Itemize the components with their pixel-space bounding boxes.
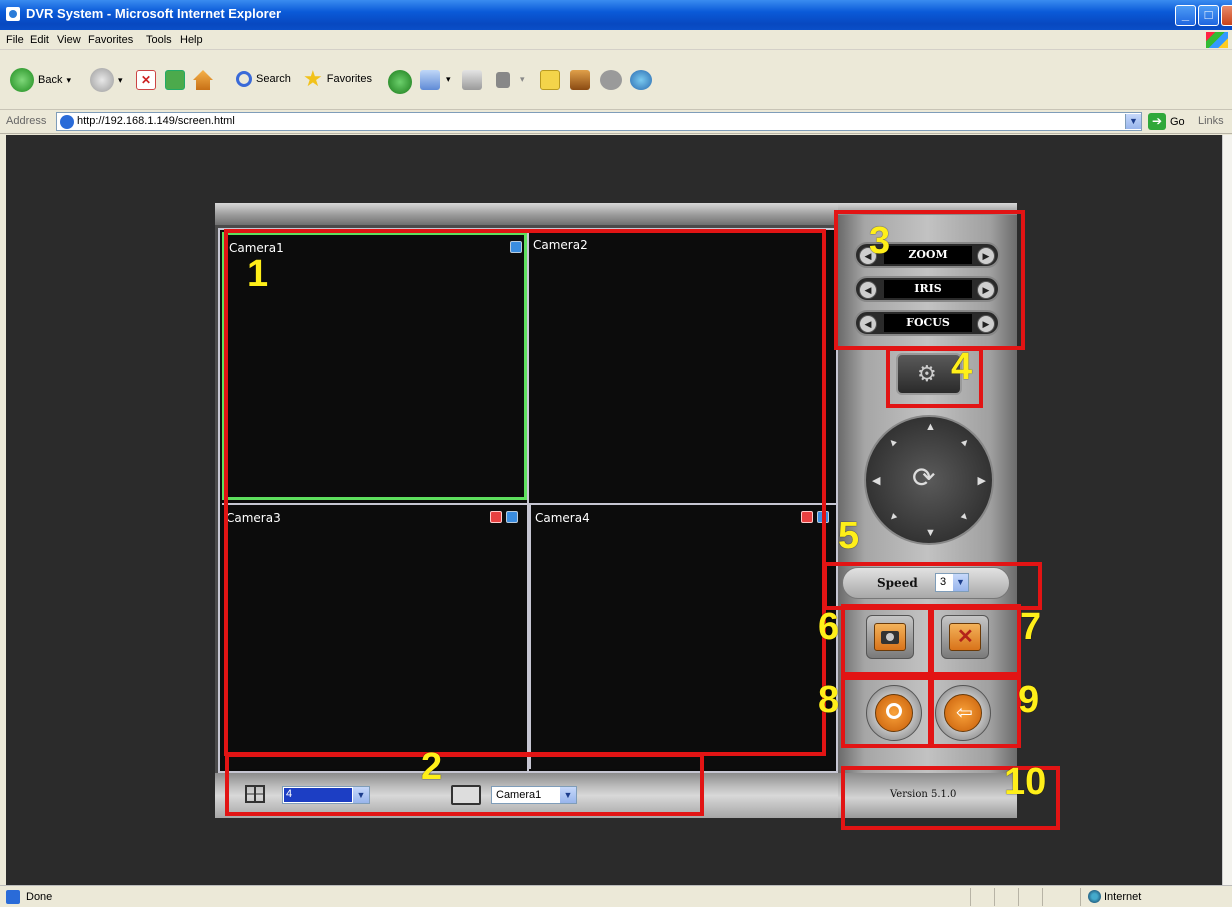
minimize-button[interactable]: _	[1175, 5, 1196, 26]
back-button[interactable]: Back ▾	[10, 68, 71, 92]
menu-file[interactable]: File	[6, 34, 24, 46]
highlight-box-6	[841, 604, 932, 676]
pan-down-button[interactable]: ▼	[925, 527, 936, 539]
search-button[interactable]: Search	[236, 71, 291, 87]
address-bar: Address http://192.168.1.149/screen.html…	[0, 110, 1232, 134]
back-arrow-icon	[10, 68, 34, 92]
pan-down-left-button[interactable]: ▼	[886, 510, 901, 525]
forward-arrow-icon	[90, 68, 114, 92]
ptz-direction-dial[interactable]: ▲ ▼ ◀ ▶ ▲ ▲ ▼ ▼ ⟳	[864, 415, 994, 545]
annotation-4: 4	[951, 346, 973, 388]
windows-logo-icon	[1206, 32, 1228, 48]
pan-right-button[interactable]: ▶	[978, 474, 986, 487]
contacts-icon[interactable]	[630, 70, 652, 90]
star-icon: ★	[303, 66, 323, 91]
annotation-6: 6	[818, 606, 840, 648]
status-bar: Done Internet	[0, 885, 1232, 907]
notes-icon[interactable]	[540, 70, 560, 90]
window-title: DVR System - Microsoft Internet Explorer	[26, 6, 281, 21]
annotation-10: 10	[1004, 761, 1047, 803]
page-done-icon	[6, 890, 20, 904]
highlight-box-1	[224, 229, 826, 756]
internet-zone-icon	[1088, 890, 1101, 903]
refresh-icon[interactable]	[165, 70, 185, 90]
highlight-box-7	[930, 604, 1021, 676]
address-label: Address	[6, 115, 47, 127]
annotation-2: 2	[421, 746, 443, 788]
title-bar: DVR System - Microsoft Internet Explorer…	[0, 0, 1232, 30]
annotation-5: 5	[838, 515, 860, 557]
browser-window: DVR System - Microsoft Internet Explorer…	[0, 0, 1232, 907]
search-label: Search	[256, 73, 291, 85]
annotation-3: 3	[869, 220, 891, 262]
annotation-1: 1	[247, 253, 269, 295]
pan-up-left-button[interactable]: ▲	[886, 435, 901, 450]
address-dropdown-icon[interactable]: ▼	[1125, 114, 1141, 129]
menu-view[interactable]: View	[57, 34, 81, 46]
highlight-box-3	[834, 210, 1025, 350]
pan-up-right-button[interactable]: ▲	[958, 435, 973, 450]
messenger-icon[interactable]	[600, 70, 622, 90]
pan-up-button[interactable]: ▲	[925, 421, 936, 433]
pan-down-right-button[interactable]: ▼	[958, 510, 973, 525]
menu-bar: File Edit View Favorites Tools Help	[0, 30, 1232, 50]
edit-icon[interactable]	[496, 72, 510, 88]
menu-favorites[interactable]: Favorites	[88, 34, 133, 46]
print-icon[interactable]	[462, 70, 482, 90]
annotation-9: 9	[1018, 679, 1040, 721]
security-zone-label: Internet	[1104, 891, 1142, 903]
close-button[interactable]	[1221, 5, 1232, 26]
back-label: Back	[38, 74, 63, 86]
search-icon	[236, 71, 252, 87]
links-label[interactable]: Links	[1198, 115, 1224, 127]
vertical-scrollbar[interactable]	[1222, 135, 1232, 885]
history-icon[interactable]	[388, 70, 412, 94]
browser-toolbar: Back ▾ ▾ ✕ Search ★ Favorites ▾ ▾	[0, 50, 1232, 110]
go-label: Go	[1170, 115, 1185, 128]
annotation-8: 8	[818, 679, 840, 721]
status-text: Done	[26, 891, 53, 903]
menu-edit[interactable]: Edit	[30, 34, 49, 46]
ie-app-icon	[6, 7, 20, 21]
home-icon[interactable]	[193, 70, 213, 90]
go-button[interactable]: ➔ Go	[1148, 113, 1185, 130]
highlight-box-2	[225, 753, 704, 816]
menu-tools[interactable]: Tools	[146, 34, 172, 46]
dropdown-arrow-icon: ▾	[118, 74, 123, 85]
dropdown-arrow-icon: ▾	[66, 74, 71, 85]
annotation-7: 7	[1020, 606, 1042, 648]
forward-button[interactable]: ▾	[90, 68, 123, 92]
go-arrow-icon: ➔	[1148, 113, 1166, 130]
dropdown-arrow-icon: ▾	[446, 74, 451, 84]
page-icon	[60, 115, 74, 129]
research-icon[interactable]	[570, 70, 590, 90]
favorites-label: Favorites	[326, 73, 372, 85]
address-input[interactable]: http://192.168.1.149/screen.html ▼	[56, 112, 1142, 131]
maximize-button[interactable]: □	[1198, 5, 1219, 26]
highlight-box-8	[841, 676, 932, 748]
mail-icon[interactable]	[420, 70, 440, 90]
stop-icon[interactable]: ✕	[136, 70, 156, 90]
auto-rotate-icon[interactable]: ⟳	[912, 461, 935, 495]
dropdown-arrow-icon: ▾	[520, 74, 525, 84]
highlight-box-9	[930, 676, 1021, 748]
pan-left-button[interactable]: ◀	[872, 474, 880, 487]
address-url: http://192.168.1.149/screen.html	[77, 115, 235, 127]
menu-help[interactable]: Help	[180, 34, 203, 46]
highlight-box-5	[823, 562, 1042, 610]
favorites-button[interactable]: ★ Favorites	[303, 66, 372, 91]
